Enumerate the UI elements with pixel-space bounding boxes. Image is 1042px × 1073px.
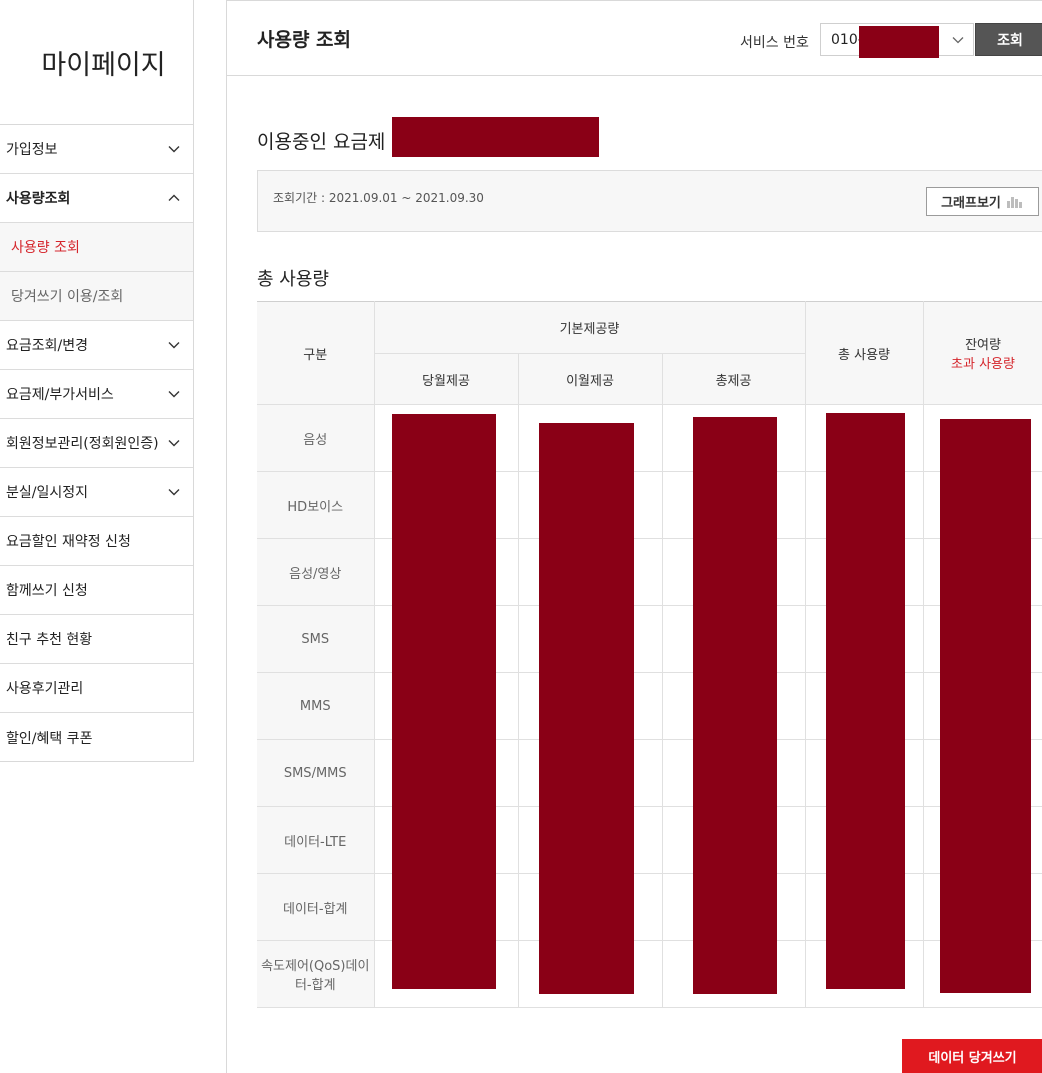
sidebar-subitem-usage-query[interactable]: 사용량 조회 <box>0 223 193 272</box>
chevron-down-icon <box>168 342 180 349</box>
service-number-label: 서비스 번호 <box>740 35 809 51</box>
table-row: 속도제어(QoS)데이터-합계 <box>257 940 1042 1008</box>
main-content: 사용량 조회 서비스 번호 010- 조회 이용중인 요금제 : 조회기간 : … <box>226 0 1042 1073</box>
row-category: SMS <box>257 605 375 673</box>
sidebar-item-subscription-info[interactable]: 가입정보 <box>0 125 193 174</box>
sidebar-item-share-data[interactable]: 함께쓰기 신청 <box>0 566 193 615</box>
header-remaining-label: 잔여량 <box>965 338 1001 353</box>
table-row: 데이터-LTE <box>257 806 1042 874</box>
row-category: HD보이스 <box>257 471 375 539</box>
sidebar-item-discount-renewal[interactable]: 요금할인 재약정 신청 <box>0 517 193 566</box>
page-header: 사용량 조회 서비스 번호 010- 조회 <box>227 0 1042 76</box>
redacted-total-provided-values <box>693 417 777 994</box>
bar-chart-icon <box>1006 197 1022 208</box>
sidebar-item-label: 분실/일시정지 <box>6 485 88 501</box>
table-row: SMS <box>257 605 1042 673</box>
header-total-used: 총 사용량 <box>804 301 924 405</box>
table-row: HD보이스 <box>257 471 1042 539</box>
sidebar-item-lost-suspend[interactable]: 분실/일시정지 <box>0 468 193 517</box>
table-row: 음성/영상 <box>257 538 1042 606</box>
sidebar-item-reviews[interactable]: 사용후기관리 <box>0 664 193 713</box>
sidebar-item-plans-addons[interactable]: 요금제/부가서비스 <box>0 370 193 419</box>
redacted-phone-number <box>859 26 939 58</box>
sidebar-item-label: 함께쓰기 신청 <box>6 583 88 599</box>
redacted-remaining-values <box>940 419 1031 993</box>
graph-view-label: 그래프보기 <box>941 196 1001 211</box>
sidebar-item-label: 요금제/부가서비스 <box>6 387 114 403</box>
row-category: MMS <box>257 672 375 740</box>
period-box: 조회기간 : 2021.09.01 ~ 2021.09.30 그래프보기 <box>257 170 1042 232</box>
graph-view-button[interactable]: 그래프보기 <box>926 187 1039 216</box>
redacted-carry-over-values <box>539 423 634 994</box>
chevron-down-icon <box>168 440 180 447</box>
table-row: MMS <box>257 672 1042 740</box>
sidebar-item-label: 회원정보관리(정회원인증) <box>6 436 159 452</box>
sidebar-item-label: 할인/혜택 쿠폰 <box>6 730 93 747</box>
table-row: 음성 <box>257 404 1042 472</box>
service-number-select[interactable]: 010- <box>820 23 974 58</box>
header-base-provided: 기본제공량 <box>373 301 806 354</box>
sidebar: 마이페이지 가입정보 사용량조회 사용량 조회 당겨쓰기 이용/조회 요금조회/… <box>0 0 194 762</box>
current-plan-label: 이용중인 요금제 : <box>257 131 398 153</box>
row-category: 데이터-합계 <box>257 873 375 941</box>
chevron-up-icon <box>168 194 180 201</box>
row-category: 속도제어(QoS)데이터-합계 <box>257 940 375 1008</box>
chevron-down-icon <box>168 489 180 496</box>
sidebar-item-referral[interactable]: 친구 추천 현황 <box>0 615 193 664</box>
row-category: 데이터-LTE <box>257 806 375 874</box>
page-title: 사용량 조회 <box>257 29 352 51</box>
header-overage-label: 초과 사용량 <box>951 357 1015 372</box>
header-remaining: 잔여량 초과 사용량 <box>922 301 1042 405</box>
row-category: SMS/MMS <box>257 739 375 807</box>
query-period: 조회기간 : 2021.09.01 ~ 2021.09.30 <box>273 191 484 205</box>
header-carry-over: 이월제공 <box>517 353 663 405</box>
sidebar-item-label: 요금조회/변경 <box>6 338 88 354</box>
redacted-total-used-values <box>826 413 905 989</box>
query-button[interactable]: 조회 <box>975 23 1042 56</box>
redacted-this-month-values <box>392 414 496 989</box>
sidebar-item-billing[interactable]: 요금조회/변경 <box>0 321 193 370</box>
sidebar-item-label: 사용후기관리 <box>6 681 84 697</box>
total-usage-title: 총 사용량 <box>257 269 329 290</box>
data-pull-button[interactable]: 데이터 당겨쓰기 <box>902 1039 1042 1073</box>
sidebar-item-coupons[interactable]: 할인/혜택 쿠폰 <box>0 713 193 762</box>
service-number-value: 010- <box>831 31 863 48</box>
sidebar-item-label: 친구 추천 현황 <box>6 632 93 648</box>
chevron-down-icon <box>952 37 964 44</box>
header-total-provided: 총제공 <box>661 353 806 405</box>
redacted-plan-name <box>392 117 599 157</box>
row-category: 음성/영상 <box>257 538 375 606</box>
chevron-down-icon <box>168 391 180 398</box>
sidebar-item-label: 요금할인 재약정 신청 <box>6 534 131 550</box>
sidebar-subitem-data-pull[interactable]: 당겨쓰기 이용/조회 <box>0 272 193 321</box>
sidebar-title: 마이페이지 <box>0 0 193 125</box>
sidebar-item-label: 사용량조회 <box>6 191 71 207</box>
row-category: 음성 <box>257 404 375 472</box>
chevron-down-icon <box>168 146 180 153</box>
sidebar-item-label: 가입정보 <box>6 142 58 158</box>
table-row: SMS/MMS <box>257 739 1042 807</box>
sidebar-item-usage[interactable]: 사용량조회 <box>0 174 193 223</box>
sidebar-item-member-info[interactable]: 회원정보관리(정회원인증) <box>0 419 193 468</box>
header-category: 구분 <box>257 301 375 405</box>
table-row: 데이터-합계 <box>257 873 1042 941</box>
usage-table: 구분 기본제공량 총 사용량 잔여량 초과 사용량 당월제공 이월제공 총제공 … <box>257 301 1042 1008</box>
header-this-month: 당월제공 <box>374 353 519 405</box>
